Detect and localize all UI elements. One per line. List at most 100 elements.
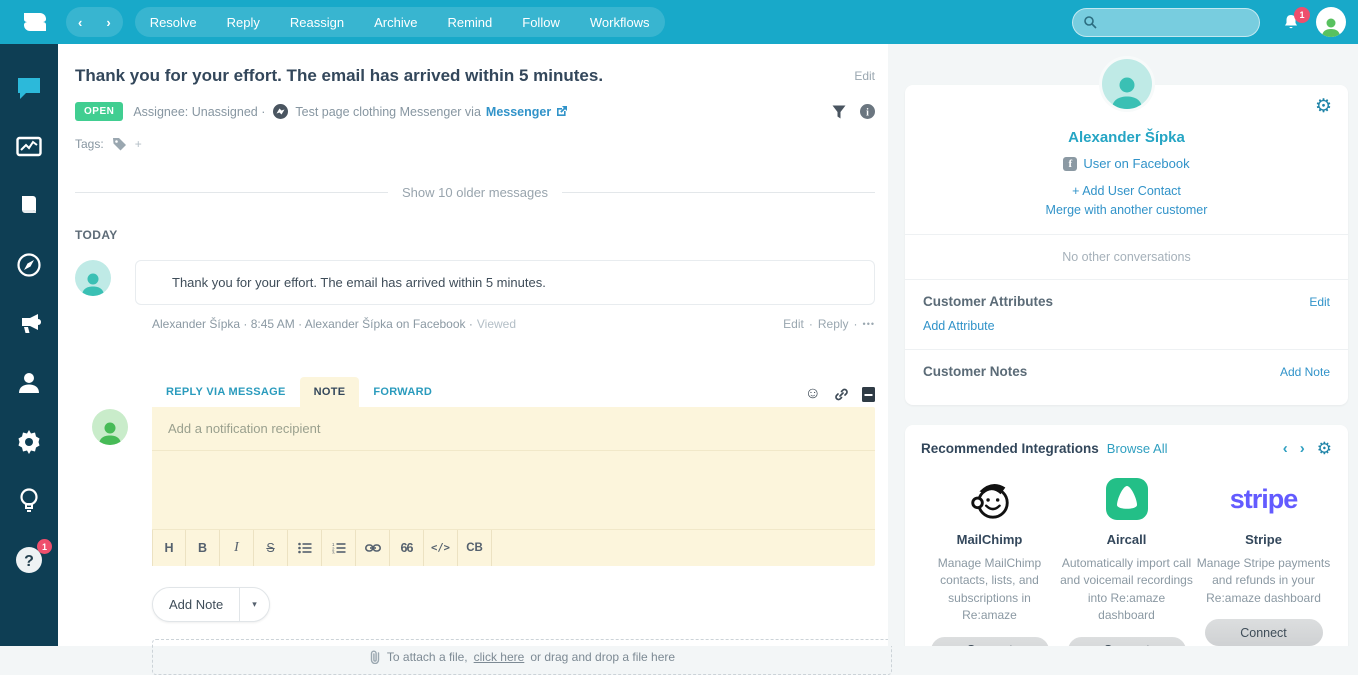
channel-link[interactable]: Messenger — [486, 105, 551, 119]
message-edit-link[interactable]: Edit — [783, 317, 804, 331]
edit-title-link[interactable]: Edit — [854, 66, 875, 83]
customer-avatar — [75, 260, 111, 296]
integration-name: MailChimp — [957, 532, 1023, 547]
filter-icon[interactable] — [832, 105, 846, 119]
link-button[interactable] — [356, 530, 390, 566]
heading-button[interactable]: H — [152, 530, 186, 566]
forward-button[interactable]: › — [94, 7, 122, 37]
workflows-button[interactable]: Workflows — [575, 7, 665, 37]
search-input[interactable] — [1097, 15, 1249, 30]
customer-attributes-title: Customer Attributes — [923, 294, 1053, 309]
add-note-button[interactable]: Add Note — [153, 588, 239, 621]
notifications-button[interactable]: 1 — [1282, 13, 1300, 31]
svg-text:?: ? — [24, 553, 34, 570]
sidebar-item-reports[interactable] — [13, 131, 45, 163]
numbered-list-button[interactable]: 123 — [322, 530, 356, 566]
sidebar-item-conversations[interactable] — [13, 72, 45, 104]
quote-button[interactable]: 66 — [390, 530, 424, 566]
tab-reply-via-message[interactable]: REPLY VIA MESSAGE — [152, 377, 300, 407]
integration-description: Automatically import call and voicemail … — [1059, 555, 1195, 625]
stripe-logo-icon: stripe — [1230, 484, 1298, 515]
add-attribute-link[interactable]: Add Attribute — [905, 309, 1348, 349]
reassign-button[interactable]: Reassign — [275, 7, 359, 37]
attach-click-here-link[interactable]: click here — [474, 650, 525, 664]
sidebar-item-settings[interactable] — [13, 426, 45, 458]
sidebar-item-ideas[interactable] — [13, 485, 45, 517]
viewed-label: Viewed — [477, 317, 516, 331]
message-bubble: Thank you for your effort. The email has… — [135, 260, 875, 305]
tab-forward[interactable]: FORWARD — [359, 377, 446, 407]
code-button[interactable]: </> — [424, 530, 458, 566]
info-icon[interactable]: i — [860, 104, 875, 119]
remind-button[interactable]: Remind — [432, 7, 507, 37]
message-reply-link[interactable]: Reply — [818, 317, 849, 331]
search-bar[interactable] — [1072, 8, 1260, 37]
composer: REPLY VIA MESSAGE NOTE FORWARD ☺ Add a n… — [152, 377, 875, 566]
integrations-card: Recommended Integrations Browse All ‹ › … — [905, 425, 1348, 646]
bullet-list-button[interactable] — [288, 530, 322, 566]
integration-description: Manage Stripe payments and refunds in yo… — [1196, 555, 1332, 607]
attributes-edit-link[interactable]: Edit — [1309, 295, 1330, 309]
merge-customer-link[interactable]: Merge with another customer — [905, 203, 1348, 217]
message-more-button[interactable]: ••• — [863, 319, 875, 329]
bold-button[interactable]: B — [186, 530, 220, 566]
customer-source-link[interactable]: f User on Facebook — [905, 156, 1348, 171]
reply-button[interactable]: Reply — [212, 7, 275, 37]
add-note-dropdown-button[interactable]: ▾ — [240, 588, 269, 621]
emoji-icon[interactable]: ☺ — [805, 386, 821, 402]
channel-label: Test page clothing Messenger via — [295, 105, 481, 119]
add-user-contact-link[interactable]: + Add User Contact — [905, 184, 1348, 198]
connect-stripe-button[interactable]: Connect — [1205, 619, 1323, 646]
tag-icon[interactable] — [112, 137, 127, 151]
sidebar-item-help[interactable]: ? 1 — [13, 544, 45, 576]
svg-text:3: 3 — [332, 551, 335, 555]
reamaze-logo-icon[interactable] — [18, 8, 52, 36]
sidebar-item-campaigns[interactable] — [13, 308, 45, 340]
sidebar-item-browse[interactable] — [13, 249, 45, 281]
attach-text: To attach a file, — [387, 650, 468, 664]
integrations-next-button[interactable]: › — [1300, 441, 1305, 456]
editor-toolbar: H B I S 123 66 </> CB — [152, 529, 875, 566]
user-icon — [1319, 15, 1343, 37]
sidebar-item-customers[interactable] — [13, 367, 45, 399]
account-avatar[interactable] — [1316, 7, 1346, 37]
conversation-title: Thank you for your effort. The email has… — [75, 66, 603, 86]
integrations-gear-icon[interactable]: ⚙ — [1317, 440, 1332, 457]
browse-all-link[interactable]: Browse All — [1107, 441, 1168, 456]
follow-button[interactable]: Follow — [507, 7, 575, 37]
attachment-dropzone[interactable]: To attach a file, click here or drag and… — [152, 639, 892, 675]
connect-aircall-button[interactable]: Connect — [1068, 637, 1186, 646]
older-messages-divider: Show 10 older messages — [75, 185, 875, 200]
note-textarea[interactable] — [152, 451, 875, 529]
message-row: Thank you for your effort. The email has… — [75, 260, 875, 305]
integration-mailchimp: MailChimp Manage MailChimp contacts, lis… — [921, 475, 1058, 646]
add-tag-button[interactable]: + — [135, 137, 142, 151]
no-conversations-label: No other conversations — [905, 235, 1348, 279]
external-link-icon[interactable] — [556, 106, 567, 117]
customer-settings-gear-icon[interactable]: ⚙ — [1315, 97, 1332, 116]
sidebar-item-articles[interactable] — [13, 190, 45, 222]
customer-panel: ⚙ Alexander Šípka f User on Facebook + A… — [888, 44, 1358, 646]
customer-notes-title: Customer Notes — [923, 364, 1027, 379]
integrations-prev-button[interactable]: ‹ — [1283, 441, 1288, 456]
italic-button[interactable]: I — [220, 530, 254, 566]
customer-card-avatar — [1102, 59, 1152, 109]
numbered-list-icon: 123 — [332, 542, 346, 554]
back-button[interactable]: ‹ — [66, 7, 94, 37]
search-icon — [1083, 15, 1097, 29]
notification-recipient-input[interactable]: Add a notification recipient — [152, 407, 875, 451]
archive-button[interactable]: Archive — [359, 7, 432, 37]
codeblock-button[interactable]: CB — [458, 530, 492, 566]
insert-link-icon[interactable] — [834, 387, 849, 402]
conversation-pane: Thank you for your effort. The email has… — [58, 44, 888, 646]
connect-mailchimp-button[interactable]: Connect — [931, 637, 1049, 646]
person-icon — [96, 419, 124, 445]
separator: · — [854, 317, 858, 331]
add-note-link[interactable]: Add Note — [1280, 365, 1330, 379]
canned-responses-icon[interactable] — [862, 387, 875, 402]
strikethrough-button[interactable]: S — [254, 530, 288, 566]
resolve-button[interactable]: Resolve — [135, 7, 212, 37]
show-older-messages-link[interactable]: Show 10 older messages — [402, 185, 548, 200]
compass-icon — [16, 252, 42, 278]
tab-note[interactable]: NOTE — [300, 377, 360, 407]
